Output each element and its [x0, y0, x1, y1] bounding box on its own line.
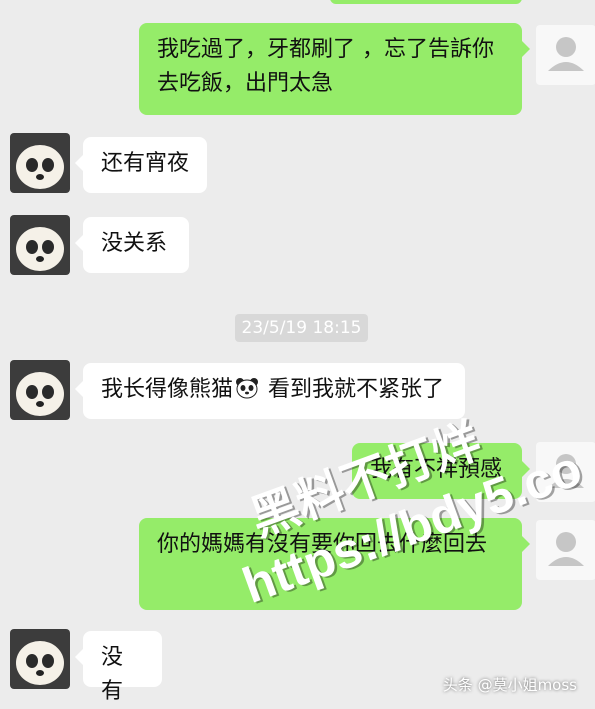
message-bubble[interactable]: 还有宵夜 [75, 137, 207, 193]
message-text: 我长得像熊猫 [101, 377, 234, 402]
panda-face-icon [10, 133, 70, 193]
message-bubble[interactable]: 你的媽媽有沒有要你回去什麼回去 [139, 518, 530, 610]
message-text: 看到我就不紧张了 [261, 377, 445, 402]
panda-face-icon [10, 215, 70, 275]
user-avatar[interactable] [536, 520, 595, 580]
panda-face-icon [10, 360, 70, 420]
panda-avatar[interactable] [10, 360, 70, 420]
message-text: 我有不祥預感 [370, 457, 503, 482]
message-text: 没关系 [101, 231, 168, 256]
message-bubble[interactable]: 没关系 [75, 217, 189, 273]
timestamp: 23/5/19 18:15 [235, 314, 368, 342]
panda-avatar[interactable] [10, 133, 70, 193]
panda-face-icon [10, 629, 70, 689]
message-text: 还有宵夜 [101, 151, 190, 176]
message-text: 我吃過了，牙都刷了 ，忘了告訴你去吃飯，出門太急 [157, 37, 494, 96]
panda-avatar[interactable] [10, 629, 70, 689]
message-bubble[interactable]: 没有 [75, 631, 162, 704]
user-avatar[interactable] [536, 25, 595, 85]
user-placeholder-icon [548, 532, 584, 566]
user-avatar[interactable] [536, 442, 595, 502]
message-text: 没有 [101, 645, 124, 704]
message-bubble[interactable]: 我长得像熊猫 看到我就不紧张了 [75, 363, 465, 419]
message-text: 你的媽媽有沒有要你回去什麼回去 [157, 532, 488, 557]
message-bubble-partial [330, 0, 522, 4]
user-placeholder-icon [548, 37, 584, 71]
panda-avatar[interactable] [10, 215, 70, 275]
user-placeholder-icon [548, 454, 584, 488]
source-credit: 头条 @莫小姐moss [442, 676, 577, 694]
panda-face-emoji-icon [236, 378, 259, 399]
message-bubble[interactable]: 我吃過了，牙都刷了 ，忘了告訴你去吃飯，出門太急 [139, 23, 530, 115]
message-bubble[interactable]: 我有不祥預感 [352, 443, 530, 499]
